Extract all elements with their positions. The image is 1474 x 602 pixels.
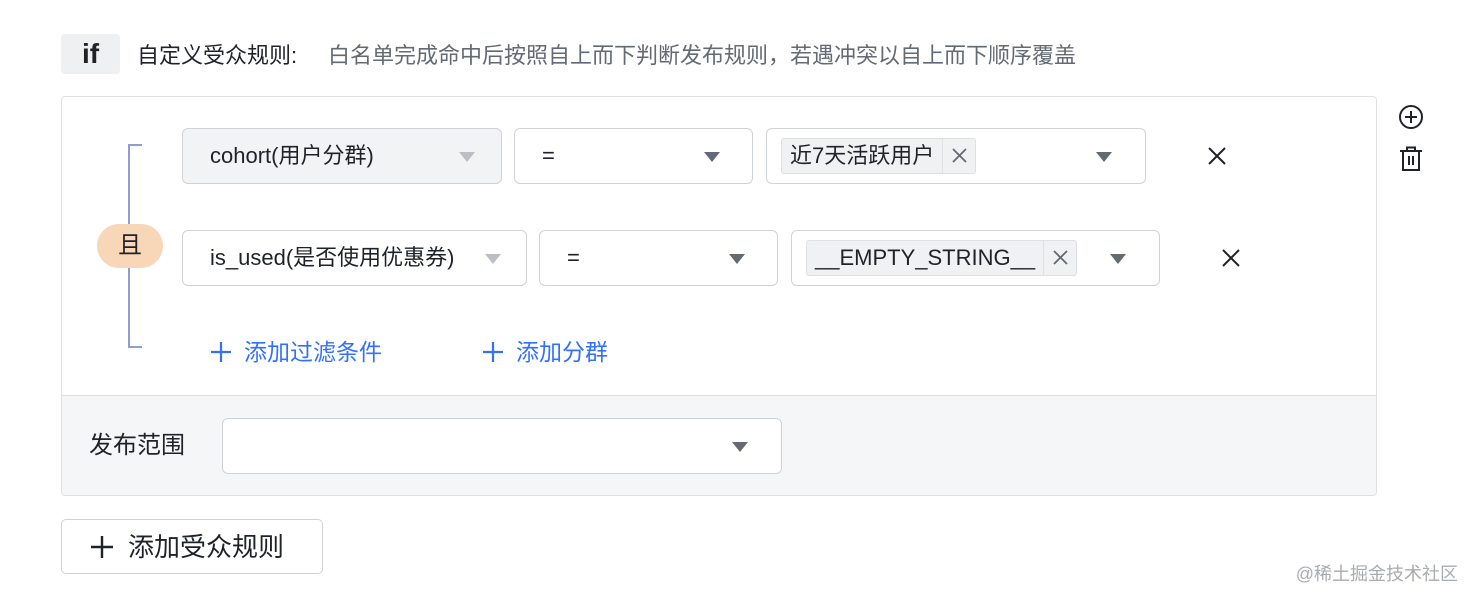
condition-2-field-select[interactable]: is_used(是否使用优惠券) [182,230,527,286]
remove-condition-1-icon[interactable] [1208,147,1226,170]
value-tag-label: __EMPTY_STRING__ [815,245,1036,270]
tag-close-icon[interactable] [942,139,975,173]
condition-2-operator-select[interactable]: = [539,230,778,286]
chevron-down-icon [729,254,745,264]
add-cohort-label: 添加分群 [516,339,608,365]
chevron-down-icon [1110,254,1126,264]
plus-icon [483,342,503,362]
chevron-down-icon [732,442,748,452]
trash-icon[interactable] [1399,146,1423,177]
rule-title: 自定义受众规则: [137,43,298,68]
scope-label: 发布范围 [89,432,185,459]
condition-1-operator-select[interactable]: = [514,128,753,184]
chevron-down-icon [485,254,501,264]
chevron-down-icon [1096,152,1112,162]
remove-condition-2-icon[interactable] [1222,249,1240,272]
add-cohort-link[interactable]: 添加分群 [482,337,608,367]
scope-select[interactable] [222,418,782,474]
add-audience-rule-button[interactable]: 添加受众规则 [61,519,323,574]
rule-description: 白名单完成命中后按照自上而下判断发布规则，若遇冲突以自上而下顺序覆盖 [328,43,1077,68]
logic-and-badge[interactable]: 且 [97,224,163,268]
if-badge: if [61,34,120,74]
watermark: @稀土掘金技术社区 [1295,564,1458,584]
condition-2-field-value: is_used(是否使用优惠券) [210,245,455,270]
plus-icon [211,342,231,362]
add-audience-rule-label: 添加受众规则 [128,531,285,562]
add-filter-condition-link[interactable]: 添加过滤条件 [210,337,382,367]
condition-2-operator-value: = [567,245,580,270]
plus-icon [91,535,113,558]
value-tag-label: 近7天活跃用户 [790,143,935,168]
value-tag: __EMPTY_STRING__ [806,240,1078,276]
scope-section: 发布范围 [62,395,1376,495]
condition-1-value-select[interactable]: 近7天活跃用户 [766,128,1146,184]
chevron-down-icon [459,152,475,162]
condition-1-field-value: cohort(用户分群) [210,143,374,168]
value-tag: 近7天活跃用户 [781,138,977,174]
condition-1-field-select[interactable]: cohort(用户分群) [182,128,502,184]
condition-1-operator-value: = [542,143,555,168]
add-filter-condition-label: 添加过滤条件 [244,339,382,365]
condition-2-value-select[interactable]: __EMPTY_STRING__ [791,230,1160,286]
plus-circle-icon[interactable] [1398,104,1424,135]
chevron-down-icon [704,152,720,162]
tag-close-icon[interactable] [1043,241,1076,275]
